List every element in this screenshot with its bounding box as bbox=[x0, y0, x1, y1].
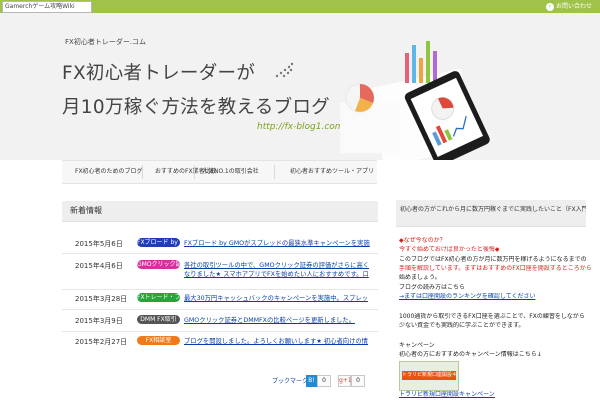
campaign-banner[interactable]: トラリピ新規口座開設キャンペーン bbox=[399, 361, 459, 391]
contact-link[interactable]: › お問い合わせ bbox=[545, 1, 592, 12]
hatena-count: 0 bbox=[317, 375, 331, 387]
nav-divider bbox=[194, 165, 195, 179]
top-bar: Gamerchゲーム攻略Wiki › お問い合わせ bbox=[0, 0, 600, 13]
arrow-icon: › bbox=[545, 2, 554, 11]
banner-line-1: FX初心者トレーダーが bbox=[62, 63, 256, 84]
sidebar-text: このブログではFX初心者の方が月に数万円を稼げるようになるまでの bbox=[399, 256, 587, 263]
site-title[interactable]: FX初心者トレーダー.コム bbox=[65, 37, 146, 47]
news-date: 2015年5月6日 bbox=[75, 240, 123, 248]
news-date: 2015年2月27日 bbox=[75, 338, 128, 346]
hatena-bookmark-icon[interactable]: B! bbox=[306, 375, 317, 387]
sidebar-title: 初心者の方がこれから月に数万円稼ぐまでに実践したいこと（FX入門） bbox=[396, 200, 586, 227]
nav-item-tools-apps[interactable]: 初心者おすすめツール・アプリ bbox=[290, 161, 374, 183]
sidebar-text: 始めましょう。 bbox=[399, 274, 441, 281]
browser-tab[interactable]: Gamerchゲーム攻略Wiki bbox=[2, 1, 92, 13]
news-category-badge[interactable]: DMM FX取引 bbox=[137, 315, 180, 324]
news-date: 2015年3月28日 bbox=[75, 295, 128, 303]
header-banner[interactable]: FX初心者トレーダーが 月10万稼ぐ方法を教えるブログ http://fx-bl… bbox=[62, 51, 382, 161]
sidebar-text: 今すぐ始めておけば良かったと後悔◆ bbox=[399, 246, 500, 253]
news-section-title: 新着情報 bbox=[62, 201, 378, 222]
news-date: 2015年4月6日 bbox=[75, 262, 123, 270]
contact-link-label: お問い合わせ bbox=[555, 3, 592, 10]
banner-url: http://fx-blog1.com/ bbox=[257, 122, 347, 132]
sparkle-dots-icon bbox=[275, 62, 294, 78]
news-link[interactable]: FXブロード by GMOがスプレッドの最狭水準キャンペーンを実施中です。取引ツ… bbox=[184, 239, 374, 248]
news-link[interactable]: ブログを開設しました。よろしくお願いします★ 初心者向けの情報をどんどん発信して… bbox=[184, 337, 374, 346]
site-header: FX初心者トレーダー.コム FX初心者トレーダーが 月10万稼ぐ方法を教えるブロ… bbox=[0, 13, 600, 160]
news-link[interactable]: 最大30万円キャッシュバックのキャンペーンを実施中。スプレッドの狭さに定評あり。 bbox=[184, 294, 374, 303]
news-category-badge[interactable]: FXブロード by GMO bbox=[137, 238, 180, 247]
news-link[interactable]: 各社の取引ツールの中で、GMOクリック証券の評価がさらに高くなりました★ スマホ… bbox=[184, 261, 374, 279]
news-row: 2015年3月28日 FXトレード・フィナンシャル 最大30万円キャッシュバック… bbox=[62, 293, 378, 310]
news-category-badge[interactable]: GMOクリック証券 bbox=[137, 260, 180, 269]
news-category-badge[interactable]: FXトレード・フィナンシャル bbox=[137, 293, 180, 302]
news-row: 2015年3月9日 DMM FX取引 GMOクリック証券とDMMFXの比較ページ… bbox=[62, 315, 378, 332]
sidebar-link[interactable]: →まずは口座開設のランキングを確認してください bbox=[399, 293, 536, 301]
nav-item-top-broker[interactable]: 人気NO.1の取引会社 bbox=[202, 161, 259, 183]
news-date: 2015年3月9日 bbox=[75, 317, 123, 325]
news-row: 2015年5月6日 FXブロード by GMO FXブロード by GMOがスプ… bbox=[62, 238, 378, 254]
news-section: 新着情報 2015年5月6日 FXブロード by GMO FXブロード by G… bbox=[62, 201, 378, 346]
sidebar-text: 1000通貨から取引できるFX口座を選ぶことで、FXの練習をしながら bbox=[399, 313, 585, 320]
sidebar-text: 手順を解説しています。まずはおすすめのFX口座を開設するところから bbox=[399, 265, 592, 272]
google-plus-icon[interactable]: g+1 bbox=[338, 375, 352, 387]
news-row: 2015年4月6日 GMOクリック証券 各社の取引ツールの中で、GMOクリック証… bbox=[62, 260, 378, 290]
sidebar: 初心者の方がこれから月に数万円稼ぐまでに実践したいこと（FX入門） ◆なぜ今なの… bbox=[396, 200, 592, 398]
share-label: ブックマーク bbox=[272, 378, 309, 385]
sidebar-link[interactable]: トラリピ新規口座開設キャンペーン bbox=[399, 391, 495, 399]
campaign-banner-label: トラリピ新規口座開設キャンペーン bbox=[402, 371, 456, 380]
nav-divider bbox=[274, 165, 275, 179]
nav-item-beginner-blog[interactable]: FX初心者のためのブログ bbox=[75, 161, 143, 183]
global-nav: FX初心者のためのブログ おすすめのFX業者比較 人気NO.1の取引会社 初心者… bbox=[62, 160, 377, 184]
news-link[interactable]: GMOクリック証券とDMMFXの比較ページを更新しました。 bbox=[184, 316, 374, 325]
gplus-count: 0 bbox=[351, 375, 365, 387]
news-category-badge[interactable]: FX相談室 bbox=[137, 336, 180, 345]
sidebar-text: 初心者の方におすすめのキャンペーン情報はこちら↓ bbox=[399, 351, 542, 358]
news-row: 2015年2月27日 FX相談室 ブログを開設しました。よろしくお願いします★ … bbox=[62, 336, 378, 350]
nav-divider bbox=[142, 165, 143, 179]
sidebar-text: ブログの読み方はこちら bbox=[399, 284, 466, 291]
sidebar-text: キャンペーン bbox=[399, 342, 435, 349]
smartphone-chart-illustration bbox=[340, 41, 490, 160]
sidebar-text: 少ない資金でも実践的に学ぶことができます。 bbox=[399, 322, 525, 329]
sidebar-text: ◆なぜ今なのか？ bbox=[399, 237, 446, 244]
banner-line-2: 月10万稼ぐ方法を教えるブログ bbox=[62, 97, 330, 118]
